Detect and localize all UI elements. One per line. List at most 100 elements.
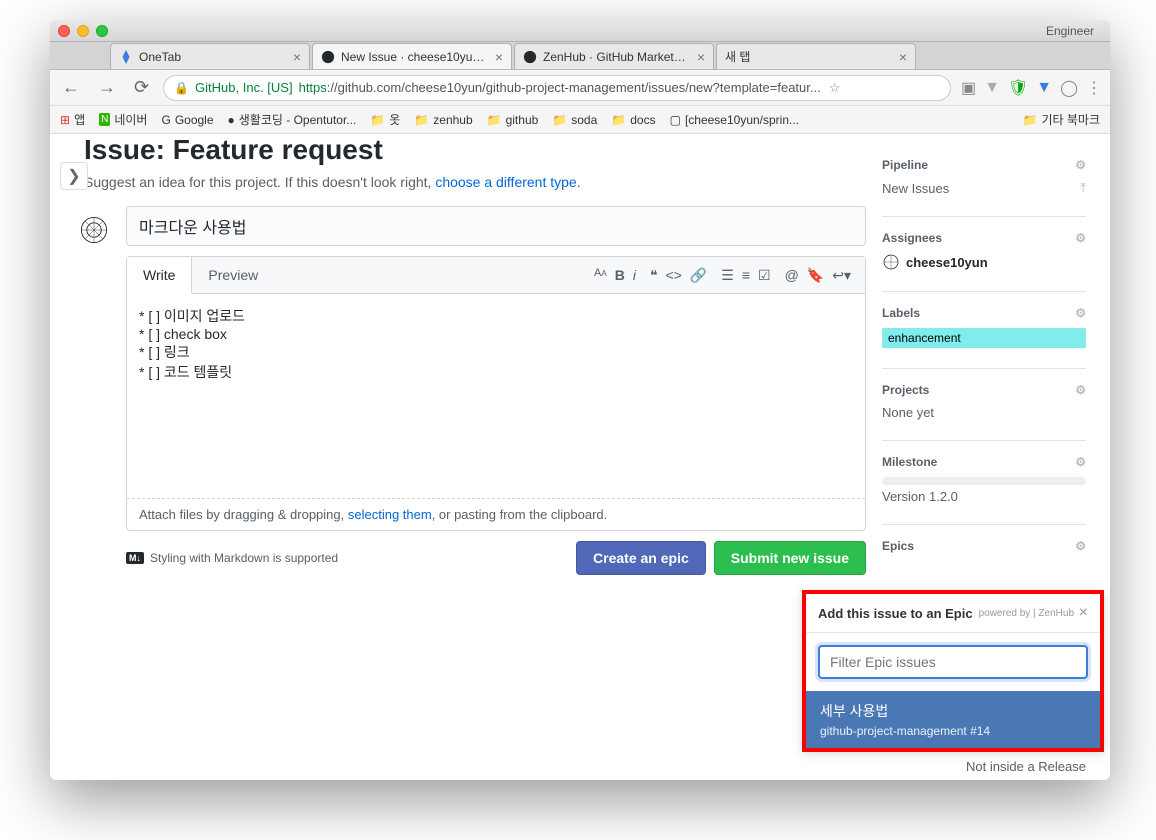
gear-icon[interactable]: ⚙ [1075,158,1086,172]
quote-icon[interactable]: ❝ [650,267,658,284]
bookmark-item[interactable]: ▢ [cheese10yun/sprin... [670,113,799,127]
reference-icon[interactable]: 🔖 [807,267,824,284]
gear-icon[interactable]: ⚙ [1075,306,1086,320]
tab-strip: OneTab × New Issue · cheese10yun/gi × Ze… [50,42,1110,70]
italic-icon[interactable]: i [633,267,636,283]
extension-icon[interactable]: ◯ [1060,78,1078,98]
profile-label[interactable]: Engineer [1046,24,1102,38]
bold-icon[interactable]: B [615,267,625,283]
cert-company: GitHub, Inc. [US] [195,80,293,95]
link-icon[interactable]: 🔗 [690,267,707,284]
tab-title: ZenHub · GitHub Marketplac [543,50,691,64]
bookmark-item[interactable]: N 네이버 [99,111,147,128]
milestone-progress [882,477,1086,485]
close-tab-icon[interactable]: × [697,49,705,65]
browser-tab[interactable]: 새 탭 × [716,43,916,69]
epic-popover-title: Add this issue to an Epic [818,606,973,621]
extension-icon[interactable]: ▼ [1036,79,1052,97]
other-bookmarks[interactable]: 📁 기타 북마크 [1023,111,1101,128]
code-icon[interactable]: <> [665,267,681,284]
tab-title: 새 탭 [725,48,893,65]
menu-icon[interactable]: ⋮ [1086,78,1102,98]
extension-icon[interactable]: ▣ [961,78,976,98]
maximize-window-button[interactable] [96,25,108,37]
markdown-hint[interactable]: M↓ Styling with Markdown is supported [126,551,338,565]
preview-tab[interactable]: Preview [192,257,274,293]
create-epic-button[interactable]: Create an epic [576,541,706,575]
avatar [74,210,114,250]
expand-sidebar-button[interactable]: ❯ [60,162,88,190]
epic-popover: Add this issue to an Epic powered by | Z… [802,590,1104,752]
epic-item-subtitle: github-project-management #14 [820,724,1086,738]
gear-icon[interactable]: ⚙ [1075,383,1086,397]
bookmark-item[interactable]: ● 생활코딩 - Opentutor... [228,111,357,128]
epic-filter-input[interactable] [818,645,1088,679]
window-controls [58,25,108,37]
mention-icon[interactable]: @ [785,267,799,284]
github-icon [321,50,335,64]
minimize-window-button[interactable] [77,25,89,37]
issue-sidebar: Pipeline ⚙ New Issues ⤒ Assignees ⚙ [866,134,1086,575]
bookmark-folder[interactable]: 📁 zenhub [414,113,472,127]
bookmark-folder[interactable]: 📁 docs [611,113,655,127]
pipeline-value: New Issues [882,181,949,196]
milestone-label[interactable]: Milestone [882,455,937,469]
bookmarks-bar: ⊞ 앱 N 네이버 G Google ● 생활코딩 - Opentutor...… [50,106,1110,134]
ol-icon[interactable]: ≡ [742,267,750,284]
pipeline-label[interactable]: Pipeline [882,158,928,172]
reply-icon[interactable]: ↩▾ [832,267,851,284]
onetab-icon [119,50,133,64]
labels-label[interactable]: Labels [882,306,920,320]
browser-tab[interactable]: ZenHub · GitHub Marketplac × [514,43,714,69]
submit-issue-button[interactable]: Submit new issue [714,541,866,575]
write-tab[interactable]: Write [127,257,192,294]
release-note: Not inside a Release [966,759,1086,774]
avatar-icon [882,253,900,271]
browser-tab[interactable]: OneTab × [110,43,310,69]
select-files-link[interactable]: selecting them [348,507,432,522]
window-titlebar: Engineer [50,20,1110,42]
close-tab-icon[interactable]: × [899,49,907,65]
choose-type-link[interactable]: choose a different type [435,174,576,190]
milestone-value[interactable]: Version 1.2.0 [882,489,958,504]
bookmark-folder[interactable]: 📁 옷 [370,111,400,128]
bookmark-item[interactable]: G Google [161,113,213,127]
gear-icon[interactable]: ⚙ [1075,539,1086,553]
forward-button[interactable]: → [94,77,120,98]
close-tab-icon[interactable]: × [293,49,301,65]
issue-body-textarea[interactable]: * [ ] 이미지 업로드 * [ ] check box * [ ] 링크 *… [139,306,853,486]
editor-toolbar: AA B i ❝ <> 🔗 [580,267,865,284]
close-icon[interactable]: × [1079,604,1088,622]
extension-icon[interactable]: ▼ [984,79,1000,97]
heading-icon[interactable]: AA [594,267,607,283]
bookmark-folder[interactable]: 📁 github [487,113,539,127]
gear-icon[interactable]: ⚙ [1075,455,1086,469]
tab-title: OneTab [139,50,287,64]
close-window-button[interactable] [58,25,70,37]
tasklist-icon[interactable]: ☑ [758,267,771,284]
issue-title-input[interactable] [126,206,866,246]
projects-value: None yet [882,405,1086,420]
page-subtitle: Suggest an idea for this project. If thi… [84,174,866,190]
browser-tab[interactable]: New Issue · cheese10yun/gi × [312,43,512,69]
bookmark-star-icon[interactable]: ☆ [829,80,841,96]
ul-icon[interactable]: ☰ [721,267,734,284]
epics-label[interactable]: Epics [882,539,914,553]
reload-button[interactable]: ⟳ [130,77,153,98]
page-title: Issue: Feature request [84,134,866,166]
url-input[interactable]: 🔒 GitHub, Inc. [US] https://github.com/c… [163,75,951,101]
projects-label[interactable]: Projects [882,383,929,397]
back-button[interactable]: ← [58,77,84,98]
bookmark-folder[interactable]: 📁 soda [552,113,597,127]
url-text: https://github.com/cheese10yun/github-pr… [299,80,821,95]
move-top-icon[interactable]: ⤒ [1080,180,1086,196]
assignees-label[interactable]: Assignees [882,231,942,245]
apps-button[interactable]: ⊞ 앱 [60,111,85,128]
close-tab-icon[interactable]: × [495,49,503,65]
label-chip[interactable]: enhancement [882,328,1086,348]
comment-editor: Write Preview AA B i ❝ [126,256,866,531]
epic-list-item[interactable]: 세부 사용법 github-project-management #14 [806,691,1100,748]
extension-icon[interactable]: 🛡 [1008,78,1028,98]
gear-icon[interactable]: ⚙ [1075,231,1086,245]
assignee-name[interactable]: cheese10yun [906,255,988,270]
